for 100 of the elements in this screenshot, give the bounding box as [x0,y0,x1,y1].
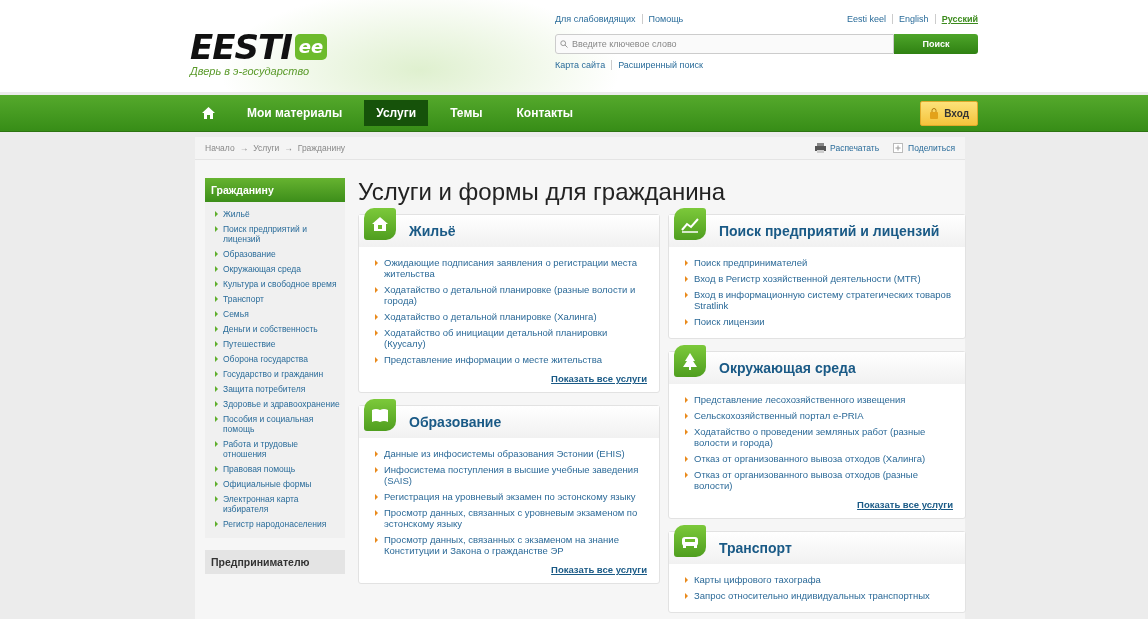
bullet-icon [375,510,378,516]
bullet-icon [685,292,688,298]
sidebar-link[interactable]: Оборона государства [223,354,308,364]
nav-tab[interactable]: Контакты [504,100,586,126]
sidebar-link[interactable]: Транспорт [223,294,264,304]
home-icon[interactable] [202,107,215,119]
logo-wordmark: EESTI [190,30,292,64]
service-link[interactable]: Регистрация на уровневый экзамен по эстонскому языку [384,491,636,502]
service-link[interactable]: Сельскохозяйственный портал e-PRIA [694,410,864,421]
sidebar-link[interactable]: Образование [223,249,276,259]
service-link[interactable]: Просмотр данных, связанных с экзаменом на знание Конституции и Закона о гражданстве ЭР [384,534,649,556]
service-link[interactable]: Ходатайство о детальной планировке (разные волости и города) [384,284,649,306]
service-link[interactable]: Ходатайство о проведении земляных работ (разные волости и города) [694,426,955,448]
printer-icon [815,143,826,153]
header-link[interactable]: Помощь [641,14,690,24]
sidebar-link[interactable]: Путешествие [223,339,276,349]
sidebar-link[interactable]: Здоровье и здравоохранение [223,399,340,409]
service-link[interactable]: Запрос относительно индивидуальных транспортных [694,590,930,601]
sidebar-link[interactable]: Деньги и собственность [223,324,318,334]
show-all-link[interactable]: Показать все услуги [551,373,647,384]
bullet-icon [215,356,218,362]
show-all-link[interactable]: Показать все услуги [551,564,647,575]
service-link[interactable]: Ожидающие подписания заявления о регистрации места жительства [384,257,649,279]
sidebar-link[interactable]: Культура и свободное время [223,279,337,289]
breadcrumb-link[interactable]: Услуги [253,143,280,153]
sidebar-link[interactable]: Государство и гражданин [223,369,324,379]
bullet-icon [215,481,218,487]
page-title: Услуги и формы для гражданина [358,178,727,206]
service-link[interactable]: Представление лесохозяйственного извещения [694,394,906,405]
service-link[interactable]: Инфосистема поступления в высшие учебные заведения (SAIS) [384,464,649,486]
page-action-link[interactable]: Распечатать [815,143,880,153]
language-link[interactable]: Русский [934,14,978,24]
service-link[interactable]: Поиск предпринимателей [694,257,808,268]
bullet-icon [375,260,378,266]
header-link[interactable]: Расширенный поиск [611,60,709,70]
bullet-icon [215,311,218,317]
service-link[interactable]: Ходатайство об инициации детальной планировки (Куусалу) [384,327,649,349]
bullet-icon [375,537,378,543]
card-title: Окружающая среда [719,360,856,376]
service-link[interactable]: Представление информации о месте жительства [384,354,602,365]
service-link[interactable]: Отказ от организованного вывоза отходов (Халинга) [694,453,926,464]
service-link[interactable]: Ходатайство о детальной планировке (Халинга) [384,311,597,322]
sidebar-section-header[interactable]: Гражданину [205,178,345,202]
sidebar-link[interactable]: Окружающая среда [223,264,301,274]
search-field[interactable]: Введите ключевое слово [555,34,894,54]
nav-tab[interactable]: Услуги [364,100,429,126]
service-link[interactable]: Вход в информационную систему стратегических товаров Stratlink [694,289,955,311]
header-link[interactable]: Для слабовидящих [555,14,642,24]
bullet-icon [215,341,218,347]
bullet-icon [215,386,218,392]
language-link[interactable]: Eesti keel [847,14,893,24]
service-link[interactable]: Отказ от организованного вывоза отходов (разные волости) [694,469,955,491]
bullet-icon [375,330,378,336]
bullet-icon [215,226,218,232]
bullet-icon [215,441,218,447]
bullet-icon [215,296,218,302]
breadcrumb-separator: → [239,143,249,153]
bullet-icon [685,577,688,583]
bullet-icon [215,401,218,407]
bullet-icon [215,211,218,217]
login-button[interactable]: Вход [920,100,978,126]
nav-tab[interactable]: Темы [438,100,495,126]
plus-icon [893,143,905,153]
bullet-icon [215,266,218,272]
service-link[interactable]: Вход в Регистр хозяйственной деятельности (MTR) [694,273,921,284]
sidebar-section-header[interactable]: Предпринимателю [205,550,345,574]
nav-tab[interactable]: Мои материалы [235,100,355,126]
language-link[interactable]: English [892,14,935,24]
sidebar-link[interactable]: Поиск предприятий и лицензий [223,224,341,244]
bullet-icon [215,251,218,257]
card-title: Образование [409,414,502,430]
bullet-icon [215,281,218,287]
bullet-icon [215,326,218,332]
sidebar-link[interactable]: Семья [223,309,249,319]
sidebar-link[interactable]: Защита потребителя [223,384,306,394]
sidebar-link[interactable]: Пособия и социальная помощь [223,414,341,434]
sidebar-link[interactable]: Правовая помощь [223,464,296,474]
bullet-icon [685,276,688,282]
breadcrumb-link[interactable]: Начало [205,143,235,153]
bullet-icon [685,397,688,403]
sidebar-link[interactable]: Работа и трудовые отношения [223,439,341,459]
service-link[interactable]: Поиск лицензии [694,316,765,327]
bullet-icon [685,319,688,325]
sidebar-link[interactable]: Официальные формы [223,479,312,489]
header-link[interactable]: Карта сайта [555,60,612,70]
service-link[interactable]: Просмотр данных, связанных с уровневым экзаменом по эстонскому языку [384,507,649,529]
service-link[interactable]: Карты цифрового тахографа [694,574,821,585]
search-icon [560,40,568,48]
bullet-icon [685,456,688,462]
bullet-icon [375,287,378,293]
bullet-icon [685,429,688,435]
show-all-link[interactable]: Показать все услуги [857,499,953,510]
sidebar-link[interactable]: Регистр народонаселения [223,519,327,529]
sidebar-link[interactable]: Электронная карта избирателя [223,494,341,514]
sidebar-link[interactable]: Жильё [223,209,250,219]
search-button[interactable]: Поиск [894,34,978,54]
bullet-icon [685,260,688,266]
bullet-icon [375,467,378,473]
page-action-link[interactable]: Поделиться [893,143,955,153]
service-link[interactable]: Данные из инфосистемы образования Эстонии (EHIS) [384,448,625,459]
